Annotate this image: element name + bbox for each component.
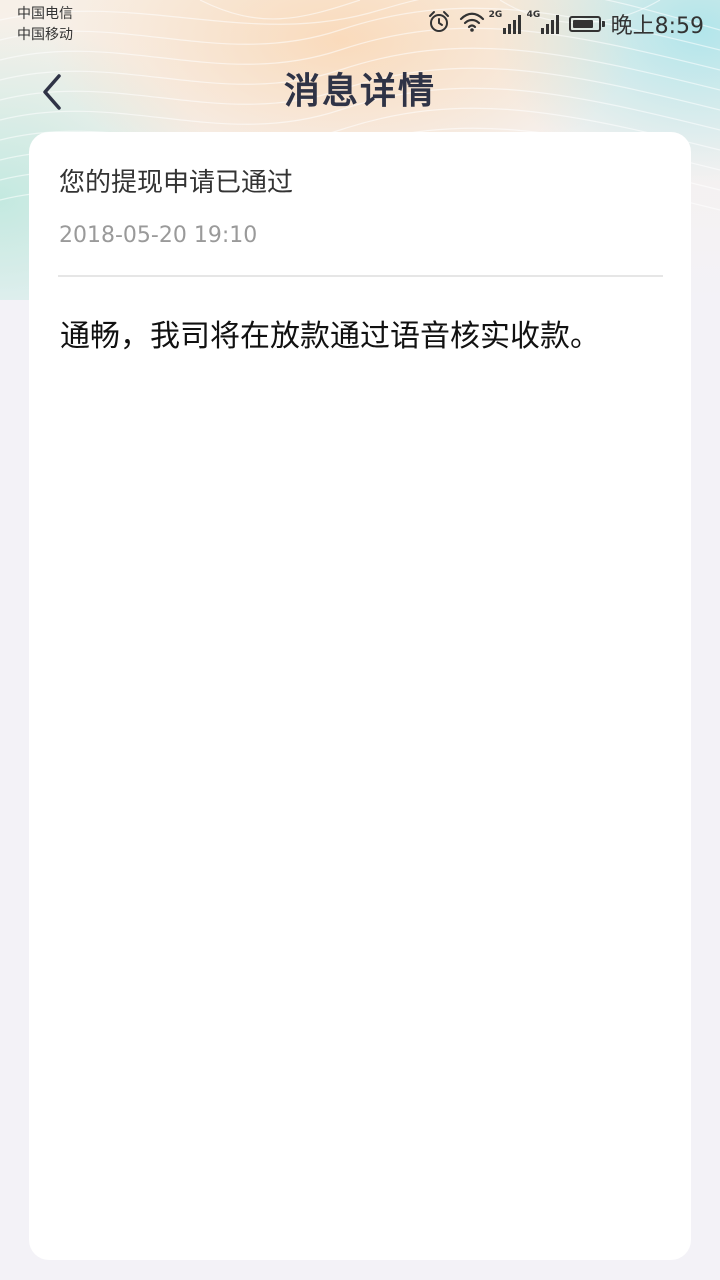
message-detail-card: 您的提现申请已通过 2018-05-20 19:10 通畅，我司将在放款通过语音… — [29, 132, 691, 1260]
status-time: 晚上8:59 — [610, 14, 704, 39]
carrier-2-label: 中国移动 — [17, 27, 73, 43]
status-bar: 中国电信 中国移动 2G 4G 晚上8:59 — [0, 0, 720, 50]
status-icons: 2G 4G 晚上8:59 — [427, 8, 704, 40]
message-body: 通畅，我司将在放款通过语音核实收款。 — [60, 319, 600, 354]
battery-icon — [568, 16, 605, 32]
carrier-info: 中国电信 中国移动 — [17, 4, 73, 46]
page-title: 消息详情 — [283, 71, 436, 112]
message-timestamp: 2018-05-20 19:10 — [59, 223, 258, 248]
signal-2g-icon: 2G — [489, 10, 523, 36]
network-type-2g: 2G — [488, 10, 503, 20]
alarm-icon — [427, 10, 451, 38]
app-header: 消息详情 — [0, 58, 720, 128]
divider — [58, 275, 663, 277]
wifi-icon — [459, 11, 485, 37]
message-title: 您的提现申请已通过 — [59, 168, 294, 198]
signal-4g-icon: 4G — [527, 10, 561, 36]
carrier-1-label: 中国电信 — [17, 6, 73, 22]
network-type-4g: 4G — [526, 10, 541, 20]
